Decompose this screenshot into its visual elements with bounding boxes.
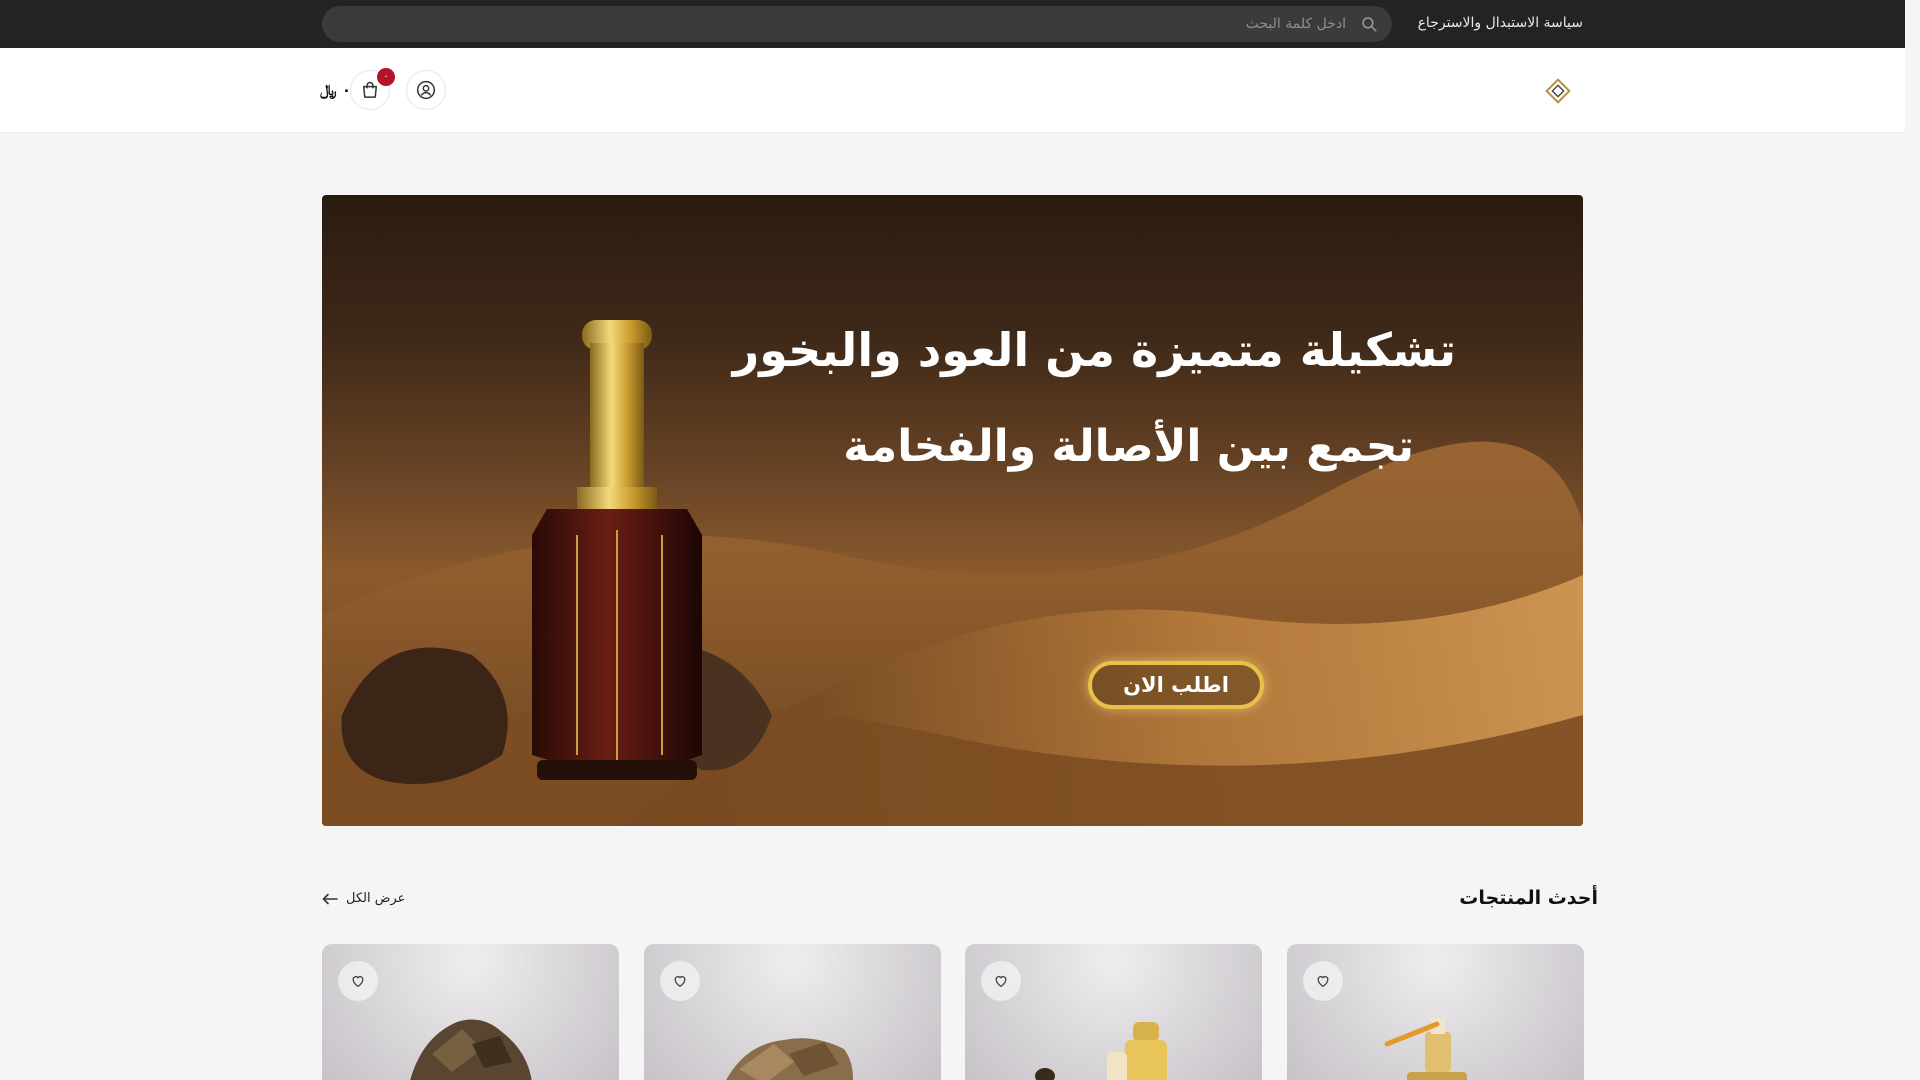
order-now-button[interactable]: اطلب الان xyxy=(1088,661,1264,709)
heart-icon xyxy=(352,976,364,988)
heart-icon xyxy=(674,976,686,988)
search-input[interactable] xyxy=(342,6,1346,42)
heart-icon xyxy=(995,976,1007,988)
view-all-link[interactable]: عرض الكل xyxy=(322,891,405,906)
latest-products-title: أحدث المنتجات xyxy=(1459,887,1598,909)
banner-illustration xyxy=(322,320,1583,826)
search-bar[interactable] xyxy=(322,6,1392,42)
favorite-button[interactable] xyxy=(1303,961,1343,1001)
product-card[interactable] xyxy=(1287,944,1584,1080)
product-card[interactable] xyxy=(322,944,619,1080)
main-header: ٠ ٠ ﷼ xyxy=(0,48,1905,132)
favorite-button[interactable] xyxy=(338,961,378,1001)
account-button[interactable] xyxy=(406,70,446,110)
banner-headline: تشكيلة متميزة من العود والبخور xyxy=(732,323,1456,377)
view-all-label: عرض الكل xyxy=(346,891,406,906)
favorite-button[interactable] xyxy=(660,961,700,1001)
cart-count-badge: ٠ xyxy=(377,68,395,86)
arrow-left-icon xyxy=(322,893,338,904)
hero-banner[interactable]: تشكيلة متميزة من العود والبخور تجمع بين … xyxy=(322,195,1583,826)
shopping-bag-icon xyxy=(363,81,377,98)
heart-icon xyxy=(1317,976,1329,988)
return-policy-link[interactable]: سياسة الاستبدال والاسترجاع xyxy=(1418,15,1583,31)
favorite-button[interactable] xyxy=(981,961,1021,1001)
user-icon xyxy=(416,80,436,100)
banner-subheadline: تجمع بين الأصالة والفخامة xyxy=(843,421,1414,472)
logo-icon[interactable] xyxy=(1545,78,1571,104)
search-icon[interactable] xyxy=(1360,15,1378,33)
top-bar: سياسة الاستبدال والاسترجاع xyxy=(0,0,1905,48)
product-card[interactable] xyxy=(965,944,1262,1080)
cart-total: ٠ ﷼ xyxy=(320,81,351,99)
product-card[interactable] xyxy=(644,944,941,1080)
